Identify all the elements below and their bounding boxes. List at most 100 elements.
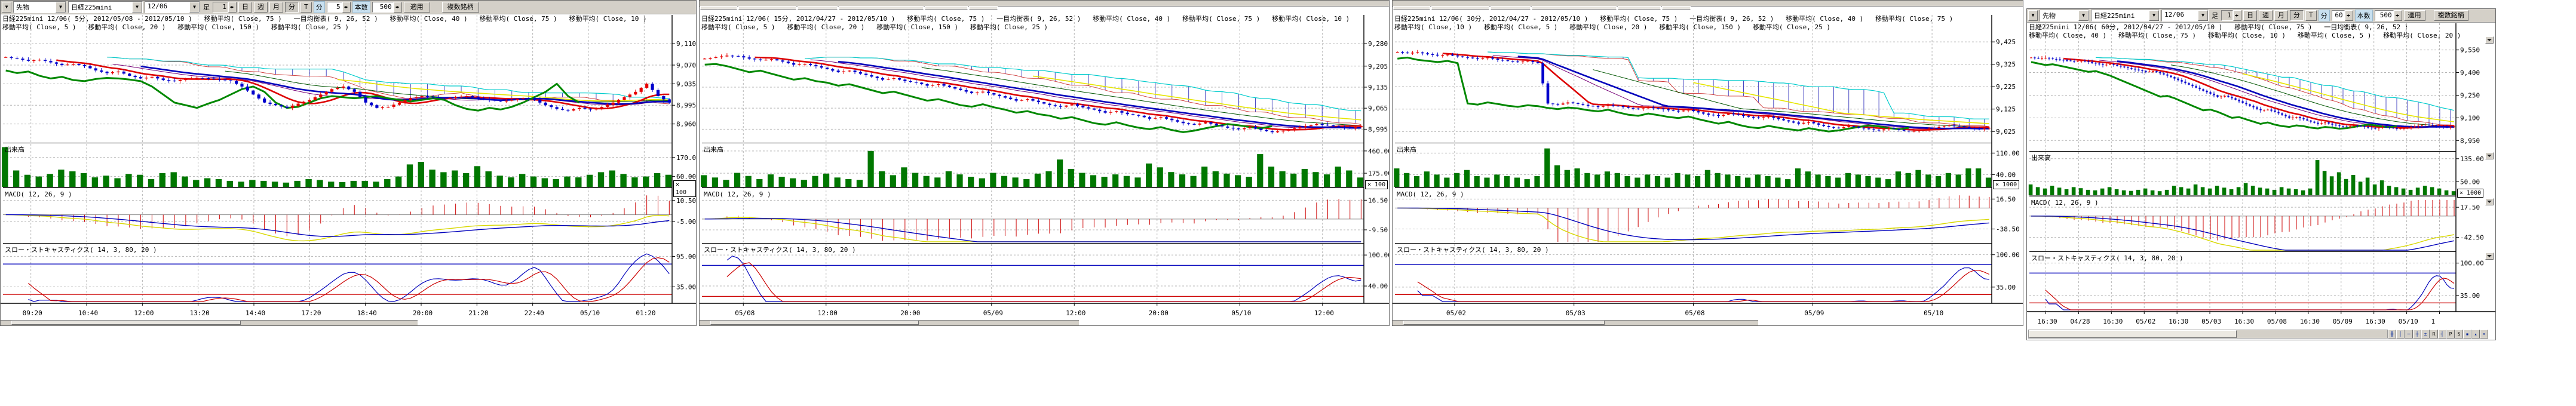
axis-tick-label: 9,400: [2460, 69, 2480, 77]
time-axis-label: 05/09: [983, 309, 1003, 317]
time-axis-label: 05/09: [1804, 309, 1824, 317]
chart-tool-button[interactable]: │: [2396, 330, 2405, 339]
volume-multiplier-badge: × 1000: [1993, 180, 2019, 189]
stoch-pane-title: スロー・ストキャスティクス( 14, 3, 80, 20 ): [704, 245, 856, 254]
time-axis-label: 05/03: [1566, 309, 1586, 317]
price-chart-plot[interactable]: 16:3004/2816:3005/0216:3005/0316:3005/08…: [2027, 9, 2495, 340]
time-axis-label: 05/02: [1446, 309, 1466, 317]
time-axis-label: 20:00: [1149, 309, 1169, 317]
time-axis-label: 04/28: [2070, 318, 2090, 325]
axis-tick-label: -5.00: [676, 218, 696, 226]
volume-pane-title: 出来高: [2031, 153, 2051, 162]
axis-tick-label: 35.00: [2460, 292, 2480, 300]
axis-tick-label: 35.00: [676, 283, 696, 291]
chart-tool-buttons: ╫ │ ─ ┼ ± R ┤ P S ▪ ▴ ▾: [2388, 330, 2488, 339]
macd-pane-title: MACD( 12, 26, 9 ): [5, 190, 72, 198]
time-axis-label: 18:40: [357, 309, 377, 317]
axis-tick-label: 9,425: [1996, 38, 2016, 46]
chart-window-5min: ▼ 先物▼ 日経225mini▼ 12/06▼ 足 1 日 週 月 分 T 分 …: [0, 0, 697, 326]
chart-tool-button[interactable]: S: [2455, 330, 2463, 339]
chart-tool-button[interactable]: ┤: [2438, 330, 2446, 339]
time-axis-label: 05/10: [580, 309, 600, 317]
axis-tick-label: 460.00: [1368, 147, 1389, 155]
stoch-pane-title: スロー・ストキャスティクス( 14, 3, 80, 20 ): [5, 245, 157, 254]
axis-tick-label: 9,070: [676, 61, 696, 69]
time-axis-label: 16:30: [2169, 318, 2188, 325]
axis-tick-label: 17.50: [2460, 204, 2480, 211]
stoch-pane-title: スロー・ストキャスティクス( 14, 3, 80, 20 ): [1397, 245, 1549, 254]
chart-tool-button[interactable]: ±: [2421, 330, 2430, 339]
time-axis-label: 05/08: [735, 309, 755, 317]
scrollbar-thumb[interactable]: [2029, 330, 2237, 338]
chart-tool-button[interactable]: ╫: [2388, 330, 2396, 339]
time-axis-label: 17:20: [301, 309, 321, 317]
time-axis-label: 20:00: [900, 309, 920, 317]
price-chart-plot[interactable]: 05/0205/0305/0805/0905/109,4259,3259,225…: [1393, 1, 2023, 325]
time-axis-label: 16:30: [2300, 318, 2320, 325]
horizontal-scrollbar[interactable]: [1, 320, 418, 325]
axis-tick-label: 9,125: [1996, 106, 2016, 113]
time-axis-label: 16:30: [2103, 318, 2123, 325]
time-axis-label: 05/08: [1685, 309, 1705, 317]
stoch-pane-dropdown-button[interactable]: [2485, 253, 2494, 260]
chart-tool-button[interactable]: ▴: [2471, 330, 2480, 339]
time-axis-label: 21:20: [468, 309, 488, 317]
time-axis-label: 05/02: [2136, 318, 2155, 325]
time-axis-label: 22:40: [525, 309, 544, 317]
axis-tick-label: 8,960: [676, 121, 696, 128]
time-axis-label: 09:20: [23, 309, 42, 317]
horizontal-scrollbar[interactable]: [700, 320, 1079, 325]
time-axis-label: 16:30: [2234, 318, 2254, 325]
axis-tick-label: 9,550: [2460, 47, 2480, 54]
time-axis-label: 01:20: [636, 309, 655, 317]
axis-tick-label: 170.0: [676, 154, 696, 162]
volume-multiplier-badge: × 100: [1365, 180, 1388, 189]
chart-tool-button[interactable]: P: [2446, 330, 2455, 339]
macd-pane-dropdown-button[interactable]: [2485, 198, 2494, 205]
scrollbar-thumb[interactable]: [1403, 321, 1605, 325]
volume-multiplier-badge: × 1000: [2457, 189, 2483, 198]
time-axis-label: 16:30: [2366, 318, 2385, 325]
volume-pane-title: 出来高: [704, 144, 723, 154]
axis-tick-label: 9,035: [676, 80, 696, 88]
axis-tick-label: 9,025: [1996, 128, 2016, 136]
price-pane-dropdown-button[interactable]: [2485, 36, 2494, 44]
axis-tick-label: 10.50: [676, 197, 696, 205]
axis-tick-label: 100.00: [1996, 251, 2020, 259]
desktop: { "app": {"background": "#ffffff", "chro…: [0, 0, 2576, 406]
scrollbar-thumb[interactable]: [11, 321, 241, 325]
time-axis-label: 16:30: [2037, 318, 2057, 325]
chart-tool-button[interactable]: ▾: [2480, 330, 2488, 339]
price-chart-plot[interactable]: 09:2010:4012:0013:2014:4017:2018:4020:00…: [1, 1, 696, 325]
horizontal-scrollbar[interactable]: ╫ │ ─ ┼ ± R ┤ P S ▪ ▴ ▾: [2028, 330, 2488, 339]
chart-window-15min: 日経225mini 12/06( 15分, 2012/04/27 - 2012/…: [699, 0, 1390, 326]
axis-tick-label: 40.00: [1368, 282, 1388, 290]
time-axis-label: 13:20: [190, 309, 210, 317]
axis-tick-label: 9,135: [1368, 84, 1388, 91]
axis-tick-label: 9,225: [1996, 83, 2016, 91]
chart-tool-button[interactable]: ▪: [2463, 330, 2471, 339]
chart-tool-button[interactable]: R: [2430, 330, 2438, 339]
macd-pane-title: MACD( 12, 26, 9 ): [1397, 190, 1464, 198]
time-axis-label: 05/10: [2399, 318, 2418, 325]
axis-tick-label: -38.50: [1996, 226, 2020, 233]
axis-tick-label: 8,950: [2460, 137, 2480, 144]
axis-tick-label: 16.50: [1996, 195, 2016, 203]
macd-pane-title: MACD( 12, 26, 9 ): [704, 190, 771, 198]
axis-tick-label: -42.50: [2460, 234, 2484, 242]
axis-tick-label: 9,205: [1368, 63, 1388, 70]
price-chart-plot[interactable]: 05/0812:0020:0005/0912:0020:0005/1012:00…: [700, 1, 1389, 325]
scrollbar-thumb[interactable]: [710, 321, 919, 325]
axis-tick-label: 40.00: [1996, 171, 2016, 179]
macd-pane-title: MACD( 12, 26, 9 ): [2031, 199, 2099, 207]
axis-tick-label: 50.00: [2460, 178, 2480, 186]
axis-tick-label: 8,995: [1368, 125, 1388, 133]
axis-tick-label: 35.00: [1996, 284, 2016, 291]
volume-pane-dropdown-button[interactable]: [2485, 152, 2494, 159]
horizontal-scrollbar[interactable]: [1393, 320, 1758, 325]
chart-tool-button[interactable]: ┼: [2413, 330, 2421, 339]
axis-tick-label: 9,250: [2460, 91, 2480, 99]
chart-tool-button[interactable]: ─: [2405, 330, 2413, 339]
time-axis-label: 05/03: [2201, 318, 2221, 325]
scrollbar-track[interactable]: [2028, 330, 2388, 339]
